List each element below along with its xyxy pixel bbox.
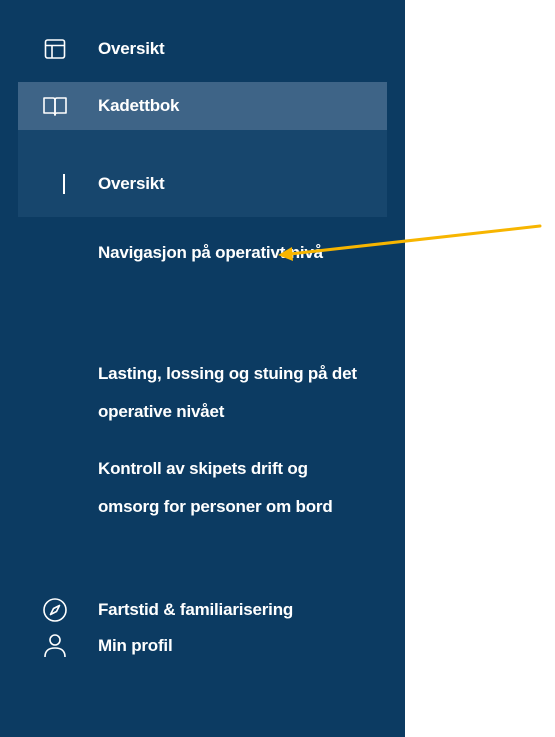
sidebar-item-kadettbok[interactable]: Kadettbok bbox=[18, 82, 387, 130]
compass-icon bbox=[42, 597, 68, 623]
chapter-link[interactable]: Navigasjon på operativt nivå bbox=[98, 234, 358, 272]
sidebar-item-label: Min profil bbox=[98, 636, 173, 655]
sidebar-item-label: Fartstid & familiarisering bbox=[98, 600, 294, 619]
submenu-item-label: Oversikt bbox=[98, 173, 165, 193]
sidebar-item-oversikt[interactable]: Oversikt bbox=[18, 25, 387, 72]
submenu-item-oversikt[interactable]: Oversikt bbox=[18, 160, 387, 207]
chapter-link[interactable]: Kontroll av skipets drift og omsorg for … bbox=[98, 450, 358, 526]
sidebar-item-label: Oversikt bbox=[98, 38, 165, 58]
screenshot-stage: Oversikt Kadettbok Oversikt Navigasjon p… bbox=[0, 0, 555, 737]
active-indicator bbox=[63, 173, 65, 194]
layout-icon bbox=[42, 36, 68, 62]
user-icon bbox=[42, 633, 68, 659]
open-book-icon bbox=[42, 93, 68, 119]
chapter-link[interactable]: Lasting, lossing og stuing på det operat… bbox=[98, 355, 358, 431]
sidebar-item-min-profil[interactable]: Min profil bbox=[18, 623, 387, 669]
sidebar-item-label: Kadettbok bbox=[98, 96, 180, 115]
sidebar-nav: Oversikt Kadettbok Oversikt Navigasjon p… bbox=[0, 0, 405, 737]
